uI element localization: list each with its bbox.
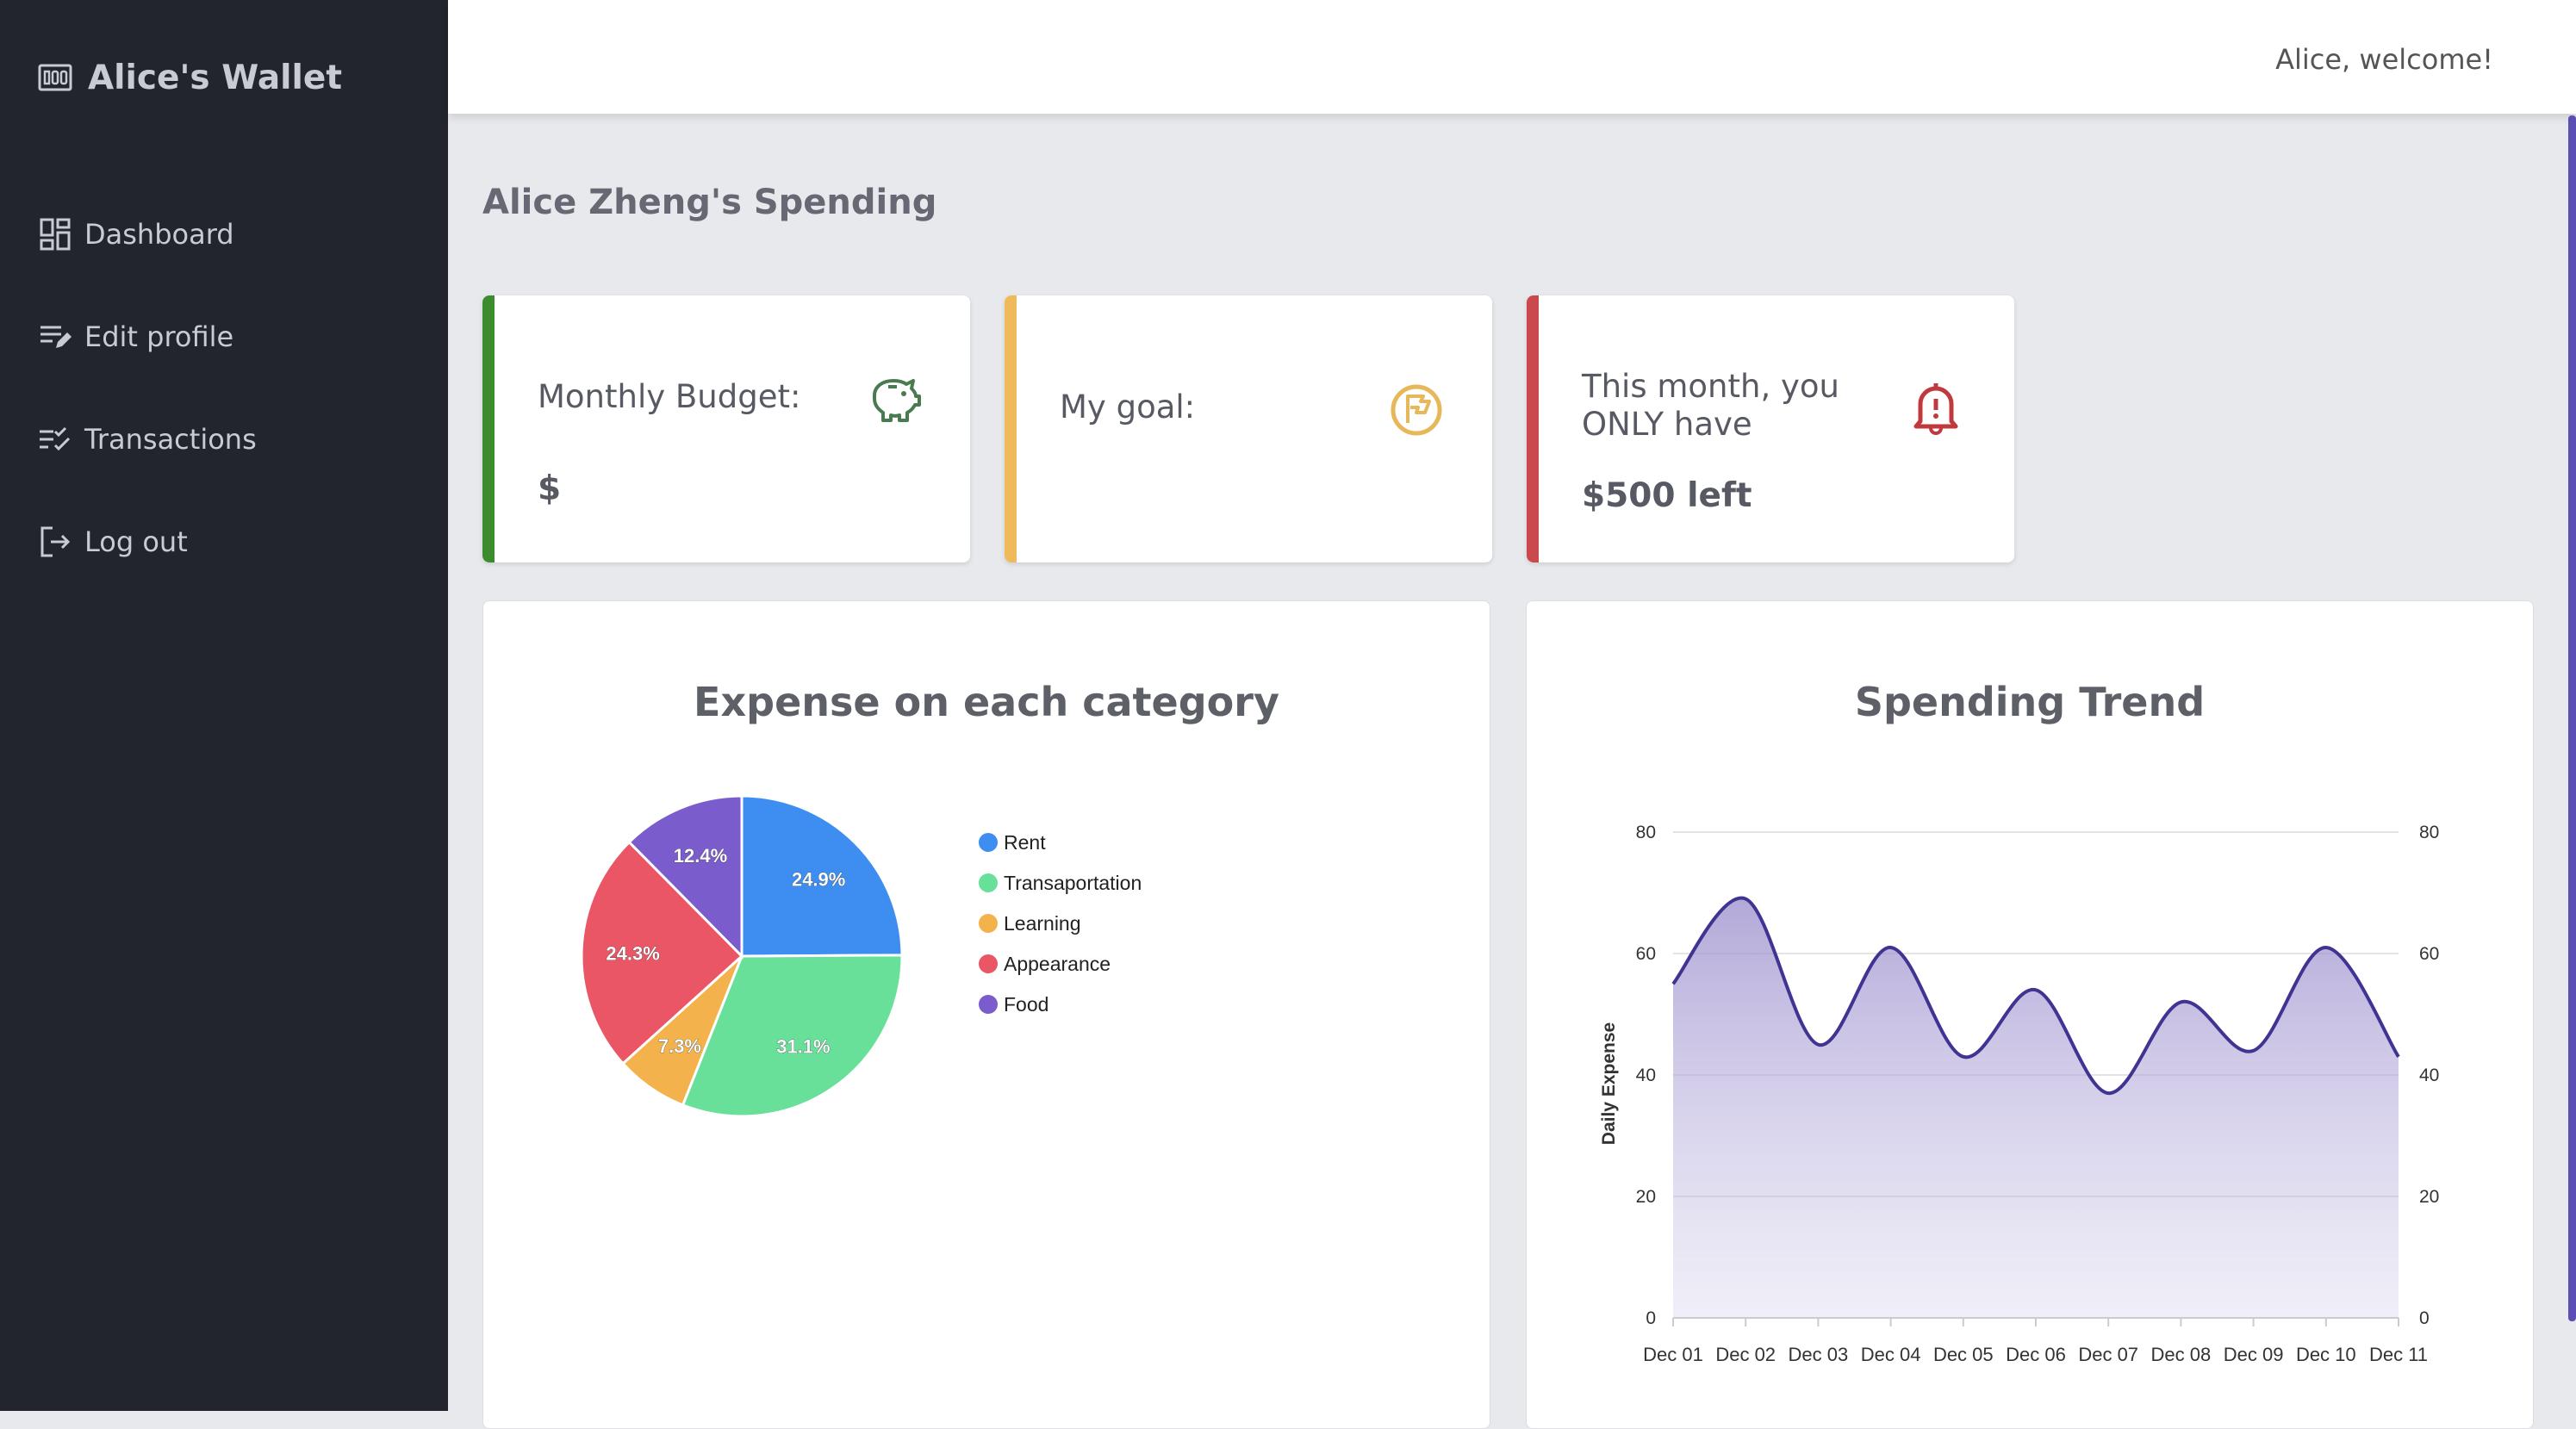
card-accent bbox=[482, 295, 495, 562]
dashboard-icon bbox=[38, 217, 72, 252]
y-tick-label: 60 bbox=[1636, 944, 1656, 964]
sidebar: Alice's Wallet Dashboard Edit profile Tr… bbox=[0, 0, 448, 1411]
brand-title: Alice's Wallet bbox=[88, 58, 342, 97]
x-tick-label: Dec 09 bbox=[2224, 1344, 2284, 1365]
card-value: $ bbox=[538, 469, 562, 508]
edit-profile-icon bbox=[38, 320, 72, 354]
y-tick-label-right: 20 bbox=[2419, 1187, 2439, 1207]
legend-swatch bbox=[979, 873, 998, 892]
card-label: Monthly Budget: bbox=[538, 378, 801, 415]
card-label: This month, you ONLY have bbox=[1582, 368, 1839, 443]
pie-slice-label: 31.1% bbox=[776, 1035, 830, 1057]
legend-swatch bbox=[979, 914, 998, 933]
legend-label: Appearance bbox=[1004, 953, 1111, 975]
x-tick-label: Dec 10 bbox=[2296, 1344, 2356, 1365]
pie-chart: 24.9% 31.1% 7.3% 24.3% 12.4% Rent Transaportat… bbox=[580, 794, 1142, 1118]
legend-swatch bbox=[979, 833, 998, 852]
sidebar-item-label: Dashboard bbox=[84, 218, 234, 251]
sidebar-item-dashboard[interactable]: Dashboard bbox=[38, 213, 234, 256]
y-tick-label: 0 bbox=[1646, 1308, 1656, 1328]
y-tick-label-right: 60 bbox=[2419, 944, 2439, 964]
panel-title: Expense on each category bbox=[694, 679, 1279, 725]
goal-card: My goal: bbox=[1005, 295, 1492, 562]
y-tick-label-right: 40 bbox=[2419, 1066, 2439, 1085]
y-tick-label: 20 bbox=[1636, 1187, 1656, 1207]
bell-alert-icon bbox=[1907, 378, 1964, 435]
topbar: Alice, welcome! bbox=[448, 0, 2576, 114]
x-tick-label: Dec 01 bbox=[1643, 1344, 1703, 1365]
x-tick-label: Dec 07 bbox=[2078, 1344, 2138, 1365]
spending-trend-panel: Spending Trend 0 0 20 20 40 40 60 60 80 80 Dec 01 D… bbox=[1526, 600, 2534, 1429]
card-label: My goal: bbox=[1060, 388, 1196, 426]
wallet-icon bbox=[38, 59, 74, 96]
x-tick-label: Dec 11 bbox=[2369, 1344, 2428, 1365]
flag-icon bbox=[1388, 382, 1445, 438]
x-tick-label: Dec 06 bbox=[2006, 1344, 2066, 1365]
card-accent bbox=[1527, 295, 1539, 562]
expense-category-panel: Expense on each category 24.9% 31.1% 7.3% 2… bbox=[482, 600, 1490, 1429]
legend-swatch bbox=[979, 954, 998, 973]
x-tick-label: Dec 02 bbox=[1715, 1344, 1776, 1365]
sidebar-item-label: Transactions bbox=[84, 423, 257, 456]
legend-swatch bbox=[979, 995, 998, 1014]
logout-icon bbox=[38, 525, 72, 559]
x-tick-label: Dec 03 bbox=[1789, 1344, 1849, 1365]
y-tick-label-right: 0 bbox=[2419, 1308, 2430, 1328]
legend-label: Transaportation bbox=[1004, 872, 1142, 894]
y-tick-label: 80 bbox=[1636, 823, 1656, 842]
pie-slice-label: 7.3% bbox=[658, 1035, 701, 1057]
scrollbar[interactable] bbox=[2568, 115, 2576, 1321]
legend-label: Learning bbox=[1004, 912, 1081, 935]
panel-title: Spending Trend bbox=[1854, 679, 2206, 725]
welcome-text: Alice, welcome! bbox=[2275, 43, 2493, 76]
y-axis-label: Daily Expense bbox=[1599, 1022, 1619, 1145]
trend-chart: 0 0 20 20 40 40 60 60 80 80 Dec 01 Dec 02 Dec 03 Dec … bbox=[1599, 823, 2439, 1365]
area-fill bbox=[1673, 898, 2399, 1318]
piggy-bank-icon bbox=[866, 370, 923, 426]
card-accent bbox=[1005, 295, 1017, 562]
x-tick-label: Dec 04 bbox=[1861, 1344, 1921, 1365]
legend-label: Rent bbox=[1004, 831, 1046, 854]
sidebar-item-label: Edit profile bbox=[84, 320, 234, 353]
sidebar-item-edit-profile[interactable]: Edit profile bbox=[38, 315, 233, 358]
card-value: $500 left bbox=[1582, 476, 1752, 515]
y-tick-label-right: 80 bbox=[2419, 823, 2439, 842]
brand[interactable]: Alice's Wallet bbox=[38, 53, 342, 102]
pie-slice-label: 12.4% bbox=[674, 845, 727, 867]
sidebar-item-logout[interactable]: Log out bbox=[38, 520, 188, 563]
y-tick-label: 40 bbox=[1636, 1066, 1656, 1085]
page-title: Alice Zheng's Spending bbox=[482, 183, 937, 222]
transactions-icon bbox=[38, 422, 72, 457]
pie-slice-label: 24.9% bbox=[792, 868, 845, 890]
monthly-budget-card: Monthly Budget: $ bbox=[482, 295, 970, 562]
x-tick-label: Dec 05 bbox=[1933, 1344, 1994, 1365]
remaining-card: This month, you ONLY have $500 left bbox=[1527, 295, 2014, 562]
sidebar-item-transactions[interactable]: Transactions bbox=[38, 418, 257, 461]
legend-label: Food bbox=[1004, 993, 1048, 1016]
x-tick-label: Dec 08 bbox=[2151, 1344, 2212, 1365]
sidebar-item-label: Log out bbox=[84, 525, 188, 558]
pie-slice-label: 24.3% bbox=[606, 942, 659, 964]
